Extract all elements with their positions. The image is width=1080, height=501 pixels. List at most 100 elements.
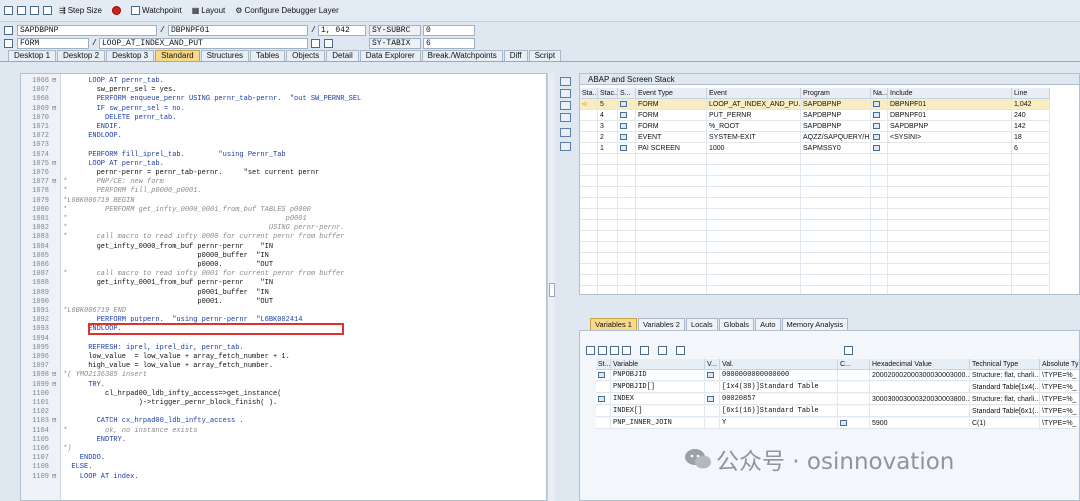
- code-line[interactable]: 1074 PERFORM fill_iprel_tab. "using Pern…: [21, 151, 546, 160]
- code-line[interactable]: 1103 ⊟ CATCH cx_hrpad00_ldb_infty_access …: [21, 417, 546, 426]
- tab-globals[interactable]: Globals: [718, 318, 755, 330]
- stack-cell-program[interactable]: AQZZ/SAPQUERY/H2BIRT...: [801, 132, 871, 143]
- stack-column-header[interactable]: Na...: [871, 88, 888, 99]
- stack-column-header[interactable]: Stac...: [598, 88, 618, 99]
- step-into-icon[interactable]: [4, 6, 13, 15]
- variable-cell-abs[interactable]: \TYPE=%_: [1040, 418, 1079, 429]
- code-line[interactable]: 1070 DELETE pernr_tab.: [21, 114, 546, 123]
- variable-column-header[interactable]: Hexadecimal Value: [870, 359, 970, 370]
- variable-cell-icon[interactable]: [596, 394, 611, 405]
- code-line[interactable]: 1100 cl_hrpad00_ldb_infty_access=>get_in…: [21, 390, 546, 399]
- stack-cell-sta[interactable]: [580, 143, 598, 154]
- variable-cell-val[interactable]: Y: [720, 418, 838, 429]
- scroll-thumb[interactable]: [549, 283, 555, 297]
- fold-toggle-icon[interactable]: ⊟: [52, 77, 56, 86]
- variable-cell-hex[interactable]: [870, 406, 970, 417]
- tab-desktop-1[interactable]: Desktop 1: [8, 50, 57, 61]
- variable-column-header[interactable]: St...: [596, 359, 611, 370]
- code-line[interactable]: 1101 )->trigger_pernr_block_finish( ).: [21, 399, 546, 408]
- stack-cell-event[interactable]: 1000: [707, 143, 801, 154]
- stack-cell-icon[interactable]: [871, 132, 888, 143]
- tab-standard[interactable]: Standard: [155, 50, 200, 61]
- code-line[interactable]: 1082 * USING pernr-pernr.: [21, 224, 546, 233]
- variable-column-header[interactable]: C...: [838, 359, 870, 370]
- code-line[interactable]: 1087 * call macro to read infty 0001 for …: [21, 270, 546, 279]
- fold-toggle-icon[interactable]: ⊟: [52, 417, 56, 426]
- code-line[interactable]: 1090 p0001. "OUT: [21, 298, 546, 307]
- variable-cell-icon[interactable]: [838, 394, 870, 405]
- variable-cell-icon[interactable]: [838, 370, 870, 381]
- stack-cell-icon[interactable]: [618, 121, 636, 132]
- code-line[interactable]: 1085 p0000_buffer "IN: [21, 252, 546, 261]
- fold-toggle-icon[interactable]: ⊟: [52, 473, 56, 482]
- code-line[interactable]: 1091 *L6BK006719 END: [21, 307, 546, 316]
- paste-icon[interactable]: [622, 346, 631, 355]
- variable-cell-hex[interactable]: [870, 382, 970, 393]
- code-line[interactable]: 1107 ENDDO.: [21, 454, 546, 463]
- insert-icon[interactable]: [598, 346, 607, 355]
- stack-cell-type[interactable]: PAI SCREEN: [636, 143, 707, 154]
- code-line[interactable]: 1069 ⊟ IF sw_pernr_sel = no.: [21, 105, 546, 114]
- variable-cell-val[interactable]: [1x4(38)]Standard Table: [720, 382, 838, 393]
- stack-cell-program[interactable]: SAPDBPNP: [801, 121, 871, 132]
- stack-cell-stac[interactable]: 3: [598, 121, 618, 132]
- stack-column-header[interactable]: S...: [618, 88, 636, 99]
- maximize-icon[interactable]: [560, 101, 571, 110]
- stack-cell-sta[interactable]: [580, 121, 598, 132]
- stack-cell-event[interactable]: LOOP_AT_INDEX_AND_PU...: [707, 99, 801, 110]
- program-field[interactable]: SAPDBPNP: [17, 25, 157, 36]
- variable-cell-tech[interactable]: Standard Table[6x1(...: [970, 406, 1040, 417]
- variable-column-header[interactable]: Variable: [611, 359, 705, 370]
- tab-structures[interactable]: Structures: [200, 50, 250, 61]
- tab-data-explorer[interactable]: Data Explorer: [359, 50, 421, 61]
- variable-cell-tech[interactable]: C(1): [970, 418, 1040, 429]
- code-line[interactable]: 1080 * PERFORM get_infty_0000_0001_from_b…: [21, 206, 546, 215]
- stack-cell-sta[interactable]: [580, 110, 598, 121]
- variable-cell-tech[interactable]: Structure: flat, charli...: [970, 370, 1040, 381]
- line-field[interactable]: 1, 042: [318, 25, 366, 36]
- code-line[interactable]: 1071 ENDIF.: [21, 123, 546, 132]
- stack-cell-type[interactable]: EVENT: [636, 132, 707, 143]
- code-line[interactable]: 1096 low_value = low_value + array_fetch…: [21, 353, 546, 362]
- open-folder-icon[interactable]: [560, 89, 571, 98]
- step-over-icon[interactable]: [17, 6, 26, 15]
- code-line[interactable]: 1078 * PERFORM fill_p0000_p0001.: [21, 187, 546, 196]
- code-line[interactable]: 1086 p0000. "OUT: [21, 261, 546, 270]
- fold-toggle-icon[interactable]: ⊟: [52, 160, 56, 169]
- variable-cell-icon[interactable]: [596, 418, 611, 429]
- stack-cell-program[interactable]: SAPMSSY0: [801, 143, 871, 154]
- fold-toggle-icon[interactable]: ⊟: [52, 178, 56, 187]
- stack-cell-line[interactable]: 1,042: [1012, 99, 1050, 110]
- breakpoint-button[interactable]: [109, 6, 124, 15]
- stack-cell-sta[interactable]: ➪: [580, 99, 598, 110]
- variable-cell-icon[interactable]: [596, 370, 611, 381]
- variable-cell-abs[interactable]: \TYPE=%_: [1040, 382, 1079, 393]
- tab-desktop-3[interactable]: Desktop 3: [106, 50, 155, 61]
- copy-icon[interactable]: [610, 346, 619, 355]
- event-type-field[interactable]: FORM: [17, 38, 89, 49]
- code-line[interactable]: 1102: [21, 408, 546, 417]
- stack-cell-type[interactable]: FORM: [636, 99, 707, 110]
- tab-script[interactable]: Script: [528, 50, 562, 61]
- code-line[interactable]: 1068 PERFORM enqueue_pernr USING pernr_t…: [21, 95, 546, 104]
- variable-cell-icon[interactable]: [838, 418, 870, 429]
- code-line[interactable]: 1094: [21, 335, 546, 344]
- stack-cell-icon[interactable]: [871, 110, 888, 121]
- variable-cell-abs[interactable]: \TYPE=%_: [1040, 406, 1079, 417]
- continue-icon[interactable]: [43, 6, 52, 15]
- info-icon[interactable]: [324, 39, 333, 48]
- variable-column-header[interactable]: Val.: [720, 359, 838, 370]
- code-line[interactable]: 1073: [21, 141, 546, 150]
- code-line[interactable]: 1088 get_infty_0001_from_buf pernr-pernr…: [21, 279, 546, 288]
- fold-toggle-icon[interactable]: ⊟: [52, 371, 56, 380]
- code-line[interactable]: 1066 ⊟ LOOP AT pernr_tab.: [21, 77, 546, 86]
- variable-cell-icon[interactable]: [705, 382, 720, 393]
- new-tool-icon[interactable]: [560, 77, 571, 86]
- variable-cell-val[interactable]: 0000000000000000: [720, 370, 838, 381]
- tab-locals[interactable]: Locals: [685, 318, 718, 330]
- variable-column-header[interactable]: V...: [705, 359, 720, 370]
- window-icon[interactable]: [560, 113, 571, 122]
- stack-cell-include[interactable]: DBPNPF01: [888, 110, 1012, 121]
- stack-cell-type[interactable]: FORM: [636, 110, 707, 121]
- code-line[interactable]: 1076 pernr-pernr = pernr_tab-pernr. "set…: [21, 169, 546, 178]
